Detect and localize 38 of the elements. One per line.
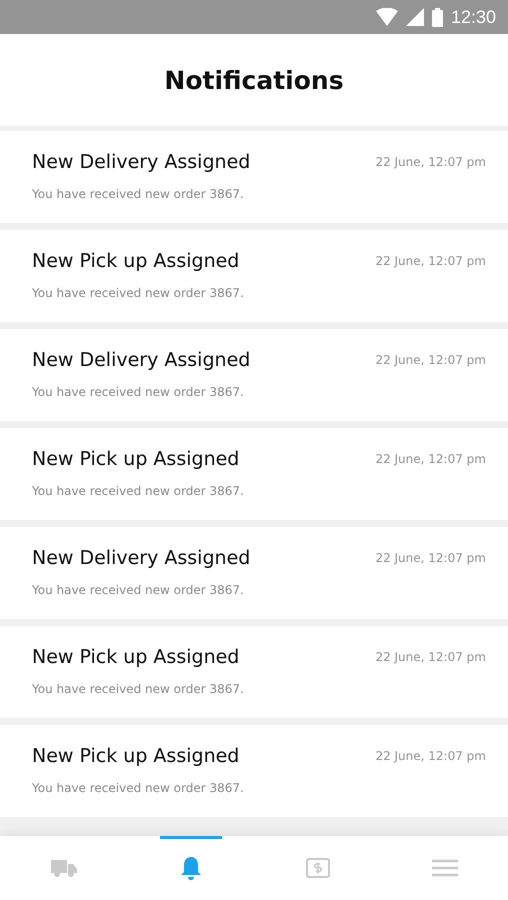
page-title: Notifications (164, 66, 344, 94)
bell-icon (180, 855, 202, 881)
notification-card[interactable]: New Pick up Assigned 22 June, 12:07 pm You have received new order 3867. (0, 626, 508, 718)
battery-icon (432, 8, 443, 26)
truck-icon (50, 858, 78, 878)
notification-message: You have received new order 3867. (32, 385, 245, 399)
notification-time: 22 June, 12:07 pm (375, 353, 486, 367)
notification-card[interactable]: New Pick up Assigned 22 June, 12:07 pm You have received new order 3867. (0, 428, 508, 520)
wifi-icon (376, 8, 398, 26)
notification-title: New Delivery Assigned (32, 349, 250, 371)
notification-title: New Pick up Assigned (32, 745, 240, 767)
notification-time: 22 June, 12:07 pm (375, 452, 486, 466)
notification-title: New Delivery Assigned (32, 547, 250, 569)
active-indicator (160, 836, 222, 839)
notification-card[interactable]: New Delivery Assigned 22 June, 12:07 pm You have received new order 3867. (0, 131, 508, 223)
notification-title: New Pick up Assigned (32, 448, 240, 470)
menu-icon (432, 859, 458, 877)
notification-title: New Pick up Assigned (32, 646, 240, 668)
notification-time: 22 June, 12:07 pm (375, 749, 486, 763)
cash-icon (304, 857, 330, 879)
notification-card[interactable]: New Delivery Assigned 22 June, 12:07 pm You have received new order 3867. (0, 329, 508, 421)
notification-message: You have received new order 3867. (32, 781, 245, 795)
notification-message: You have received new order 3867. (32, 583, 245, 597)
notification-time: 22 June, 12:07 pm (375, 551, 486, 565)
notification-time: 22 June, 12:07 pm (375, 155, 486, 169)
notification-card[interactable]: New Pick up Assigned 22 June, 12:07 pm You have received new order 3867. (0, 725, 508, 817)
notification-message: You have received new order 3867. (32, 187, 245, 201)
signal-icon (406, 8, 424, 26)
notification-card[interactable]: New Pick up Assigned 22 June, 12:07 pm You have received new order 3867. (0, 230, 508, 322)
notification-title: New Delivery Assigned (32, 151, 250, 173)
notification-message: You have received new order 3867. (32, 286, 245, 300)
notification-message: You have received new order 3867. (32, 682, 245, 696)
notification-card[interactable]: New Delivery Assigned 22 June, 12:07 pm You have received new order 3867. (0, 527, 508, 619)
notification-message: You have received new order 3867. (32, 484, 245, 498)
notification-time: 22 June, 12:07 pm (375, 650, 486, 664)
notification-time: 22 June, 12:07 pm (375, 254, 486, 268)
status-time: 12:30 (450, 6, 496, 28)
notification-title: New Pick up Assigned (32, 250, 240, 272)
